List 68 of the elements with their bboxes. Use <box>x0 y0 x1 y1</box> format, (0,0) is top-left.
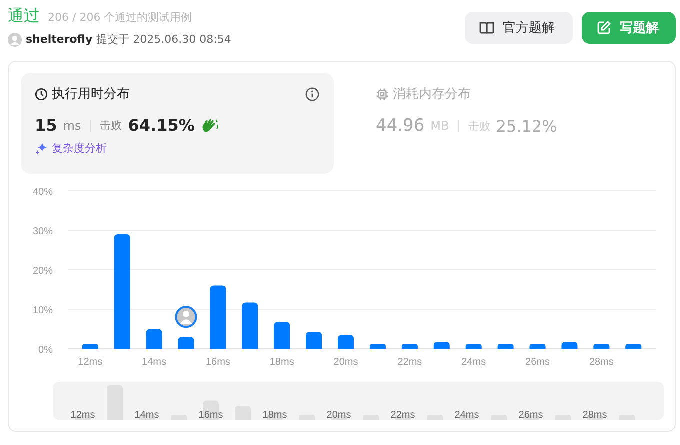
bar[interactable] <box>306 332 322 349</box>
navigator-label: 18ms <box>262 410 288 420</box>
y-axis-label: 0% <box>38 345 53 356</box>
bar[interactable] <box>530 344 546 349</box>
value-text: 15 <box>35 116 58 135</box>
official-solution-button[interactable]: 官方题解 <box>465 12 573 44</box>
username[interactable]: shelterofly <box>26 33 93 46</box>
test-count: 206 / 206 个通过的测试用例 <box>48 10 192 25</box>
bar[interactable] <box>466 344 482 349</box>
x-axis-label: 12ms <box>78 357 103 368</box>
bar[interactable] <box>114 234 130 349</box>
navigator-label: 12ms <box>70 410 96 420</box>
bar[interactable] <box>146 329 162 349</box>
chip-icon <box>376 88 389 100</box>
navigator-label: 26ms <box>518 410 544 420</box>
value-text: 44.96 <box>376 116 425 136</box>
beat-percentage: 64.15% <box>128 116 195 135</box>
write-solution-button[interactable]: 写题解 <box>582 12 676 44</box>
bar[interactable] <box>594 344 610 349</box>
bar[interactable] <box>370 344 386 349</box>
beat-percentage: 25.12% <box>496 116 558 136</box>
bar[interactable] <box>178 337 194 349</box>
navigator-label: 14ms <box>134 410 160 420</box>
link-text: 复杂度分析 <box>52 141 107 156</box>
user-avatar-icon <box>175 306 198 328</box>
y-axis-label: 40% <box>32 187 53 198</box>
bar[interactable] <box>338 335 354 349</box>
bar[interactable] <box>562 342 578 349</box>
beat-label: 击败 <box>100 118 122 133</box>
bar[interactable] <box>434 342 450 349</box>
clapping-hands-icon <box>200 118 219 134</box>
navigator-label: 20ms <box>326 410 352 420</box>
book-icon <box>479 20 495 36</box>
bar[interactable] <box>274 322 290 349</box>
complexity-analysis-link[interactable]: 复杂度分析 <box>35 141 107 156</box>
x-axis-label: 28ms <box>589 357 614 368</box>
edit-icon <box>596 20 612 36</box>
x-axis-label: 22ms <box>398 357 422 368</box>
navigator-label: 16ms <box>198 410 224 420</box>
unit-text: ms <box>63 118 82 132</box>
x-axis-label: 16ms <box>206 357 230 368</box>
clock-icon <box>35 88 48 100</box>
avatar-icon <box>8 32 22 46</box>
runtime-panel[interactable]: 执行用时分布 15 ms 击败 64.15% 复杂度分析 <box>21 73 334 174</box>
panel-title: 消耗内存分布 <box>393 86 471 103</box>
navigator-label: 28ms <box>582 410 608 420</box>
range-navigator[interactable]: 12ms 14ms 16ms 18ms 20ms 22ms 24ms 26ms 28ms <box>53 382 664 420</box>
y-axis-label: 20% <box>32 266 53 277</box>
bar[interactable] <box>82 344 98 349</box>
bar[interactable] <box>498 344 514 349</box>
panel-title: 执行用时分布 <box>52 86 130 103</box>
x-axis-label: 20ms <box>334 357 358 368</box>
status-text: 通过 <box>8 6 40 27</box>
navigator-label: 22ms <box>390 410 416 420</box>
bar[interactable] <box>402 344 418 349</box>
sparkle-icon <box>35 142 48 155</box>
x-axis-label: 26ms <box>526 357 550 368</box>
navigator-label: 24ms <box>454 410 480 420</box>
x-axis-label: 18ms <box>270 357 294 368</box>
bar[interactable] <box>242 302 258 349</box>
y-axis-label: 30% <box>32 226 53 238</box>
y-axis-label: 10% <box>32 306 53 316</box>
bar[interactable] <box>626 344 642 349</box>
bar[interactable] <box>210 286 226 349</box>
submitted-time: 提交于 2025.06.30 08:54 <box>96 32 232 47</box>
x-axis-label: 24ms <box>462 357 486 368</box>
x-axis-label: 14ms <box>142 357 166 368</box>
info-icon[interactable] <box>305 86 320 102</box>
